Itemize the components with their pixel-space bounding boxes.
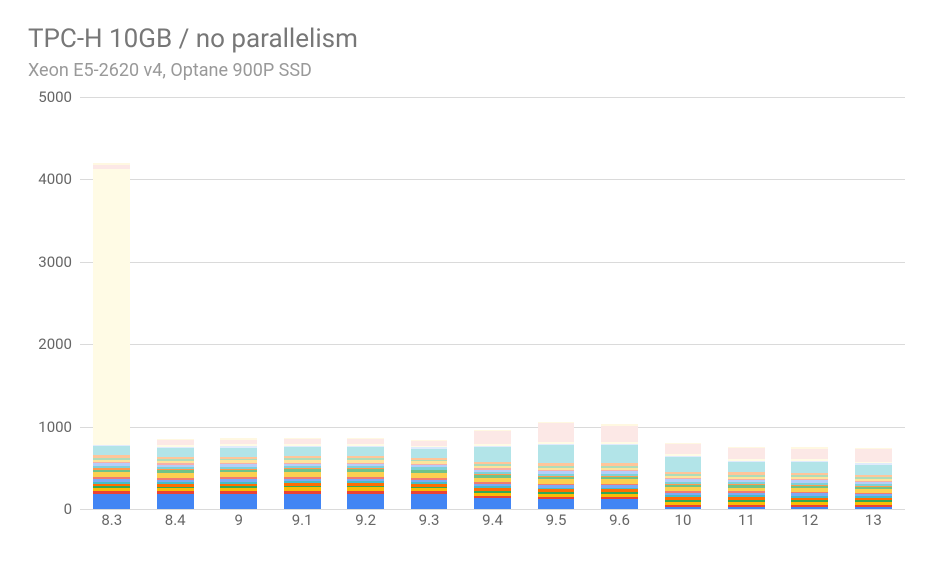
stacked-bar (601, 97, 638, 509)
grid-line (80, 509, 905, 510)
stacked-bar (93, 97, 130, 509)
bar-slot (651, 97, 714, 509)
x-tick-label: 12 (778, 511, 841, 537)
bar-segment (728, 448, 765, 459)
stacked-bar (855, 97, 892, 509)
bar-segment (157, 494, 194, 509)
stacked-bar (411, 97, 448, 509)
chart-container: TPC-H 10GB / no parallelism Xeon E5-2620… (0, 0, 937, 579)
x-tick-label: 9.4 (461, 511, 524, 537)
bar-segment (284, 447, 321, 456)
stacked-bar (728, 97, 765, 509)
y-tick: 4000 (28, 170, 72, 188)
x-tick-label: 9.2 (334, 511, 397, 537)
bar-slot (334, 97, 397, 509)
x-tick-label: 13 (842, 511, 905, 537)
stacked-bar (347, 97, 384, 509)
bar-segment (855, 449, 892, 461)
y-tick: 1000 (28, 418, 72, 436)
bar-segment (855, 465, 892, 476)
bar-segment (474, 447, 511, 462)
x-tick-label: 9.5 (524, 511, 587, 537)
bar-segment (347, 447, 384, 456)
bar-slot (778, 97, 841, 509)
x-tick-label: 10 (651, 511, 714, 537)
stacked-bar (538, 97, 575, 509)
stacked-bar (157, 97, 194, 509)
bar-segment (93, 169, 130, 445)
stacked-bar (284, 97, 321, 509)
bar-segment (157, 448, 194, 457)
stacked-bar (665, 97, 702, 509)
bar-slot (842, 97, 905, 509)
x-tick-label: 8.4 (143, 511, 206, 537)
bar-slot (270, 97, 333, 509)
x-tick-label: 9.6 (588, 511, 651, 537)
bar-segment (347, 494, 384, 509)
bar-segment (601, 445, 638, 463)
y-axis: 010002000300040005000 (28, 97, 76, 509)
y-tick: 3000 (28, 253, 72, 271)
chart-subtitle: Xeon E5-2620 v4, Optane 900P SSD (28, 60, 909, 81)
bar-segment (791, 507, 828, 509)
bar-segment (538, 445, 575, 463)
x-tick-label: 9.1 (270, 511, 333, 537)
x-tick-label: 11 (715, 511, 778, 537)
bar-segment (665, 457, 702, 472)
bar-segment (855, 507, 892, 509)
bar-slot (715, 97, 778, 509)
bar-segment (93, 446, 130, 455)
bar-slot (461, 97, 524, 509)
y-tick: 5000 (28, 88, 72, 106)
bar-segment (538, 423, 575, 442)
bar-slot (524, 97, 587, 509)
stacked-bar (474, 97, 511, 509)
bar-segment (791, 462, 828, 473)
bar-slot (207, 97, 270, 509)
bar-segment (411, 449, 448, 458)
x-tick-label: 9 (207, 511, 270, 537)
bar-slot (80, 97, 143, 509)
bar-segment (791, 449, 828, 460)
bar-segment (474, 431, 511, 443)
bar-segment (220, 494, 257, 509)
bar-segment (601, 426, 638, 442)
bar-segment (538, 499, 575, 509)
bar-slot (397, 97, 460, 509)
bar-segment (728, 462, 765, 473)
bar-segment (93, 494, 130, 509)
y-tick: 0 (28, 500, 72, 518)
bar-segment (411, 494, 448, 509)
x-tick-label: 9.3 (397, 511, 460, 537)
plot-area: 010002000300040005000 8.38.499.19.29.39.… (28, 97, 909, 537)
bar-segment (728, 507, 765, 509)
stacked-bar (220, 97, 257, 509)
bar-slot (143, 97, 206, 509)
x-axis-labels: 8.38.499.19.29.39.49.59.610111213 (80, 511, 905, 537)
bar-slot (588, 97, 651, 509)
bar-segment (220, 448, 257, 457)
bar-segment (474, 498, 511, 509)
x-tick-label: 8.3 (80, 511, 143, 537)
bars-group (80, 97, 905, 509)
bar-segment (284, 494, 321, 509)
chart-title: TPC-H 10GB / no parallelism (28, 24, 909, 54)
bar-segment (601, 499, 638, 509)
bar-segment (665, 507, 702, 509)
bar-segment (665, 444, 702, 454)
y-tick: 2000 (28, 335, 72, 353)
stacked-bar (791, 97, 828, 509)
